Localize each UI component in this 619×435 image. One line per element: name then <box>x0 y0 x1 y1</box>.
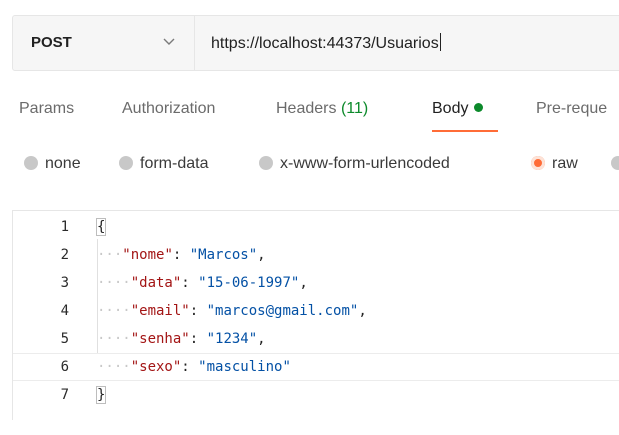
code-line: 7 } <box>13 381 619 409</box>
url-text: https://localhost:44373/Usuarios <box>211 35 439 52</box>
json-value: "15-06-1997" <box>198 275 300 291</box>
text-cursor <box>439 33 441 51</box>
radio-circle <box>611 156 619 170</box>
radio-x-www-form-urlencoded[interactable]: x-www-form-urlencoded <box>259 155 450 173</box>
code-line: 2 ···"nome": "Marcos", <box>13 241 619 269</box>
tab-body[interactable]: Body <box>432 100 484 118</box>
code-line: 3 ····"data": "15-06-1997", <box>13 269 619 297</box>
active-tab-indicator <box>432 130 498 132</box>
method-select[interactable]: POST <box>13 16 195 70</box>
body-type-radio-group: none form-data x-www-form-urlencoded raw <box>0 155 619 179</box>
open-brace: { <box>95 218 107 236</box>
line-number: 4 <box>60 303 69 319</box>
json-value: "marcos@gmail.com" <box>206 303 359 319</box>
radio-circle-selected <box>531 156 545 170</box>
line-number: 7 <box>60 387 69 403</box>
json-key: "nome" <box>122 247 173 263</box>
headers-count-badge: (11) <box>340 100 369 117</box>
chevron-down-icon <box>163 38 175 45</box>
line-number: 2 <box>60 247 69 263</box>
json-key: "email" <box>130 303 190 319</box>
tab-pre-request-script[interactable]: Pre-reque <box>536 100 607 118</box>
radio-form-data[interactable]: form-data <box>119 155 208 173</box>
code-editor[interactable]: 1 { 2 ···"nome": "Marcos", 3 ····"data":… <box>12 210 619 420</box>
json-value: "masculino" <box>198 359 291 375</box>
body-modified-dot <box>474 103 484 112</box>
tab-headers[interactable]: Headers (11) <box>276 100 368 118</box>
radio-circle <box>24 156 38 170</box>
method-label: POST <box>31 34 72 51</box>
radio-raw[interactable]: raw <box>531 155 578 173</box>
radio-circle <box>259 156 273 170</box>
json-key: "sexo" <box>130 359 182 375</box>
code-line: 4 ····"email": "marcos@gmail.com", <box>13 297 619 325</box>
code-line-active: 6 ····"sexo": "masculino" <box>13 353 619 381</box>
line-number: 1 <box>60 219 69 235</box>
request-tabs: Params Authorization Headers (11) Body P… <box>0 100 619 132</box>
code-line: 1 { <box>13 213 619 241</box>
request-url-bar: POST https://localhost:44373/Usuarios <box>12 15 619 71</box>
line-number: 3 <box>60 275 69 291</box>
radio-next-partial[interactable] <box>611 155 619 173</box>
tab-authorization[interactable]: Authorization <box>122 100 215 118</box>
radio-none[interactable]: none <box>24 155 81 173</box>
line-number: 5 <box>60 331 69 347</box>
close-brace: } <box>95 386 107 404</box>
json-key: "data" <box>130 275 182 291</box>
json-key: "senha" <box>130 331 190 347</box>
code-line: 5 ····"senha": "1234", <box>13 325 619 353</box>
line-number: 6 <box>60 359 69 375</box>
json-value: "Marcos" <box>189 247 258 263</box>
json-value: "1234" <box>206 331 258 347</box>
radio-circle <box>119 156 133 170</box>
url-input[interactable]: https://localhost:44373/Usuarios <box>211 33 441 53</box>
tab-params[interactable]: Params <box>19 100 74 118</box>
